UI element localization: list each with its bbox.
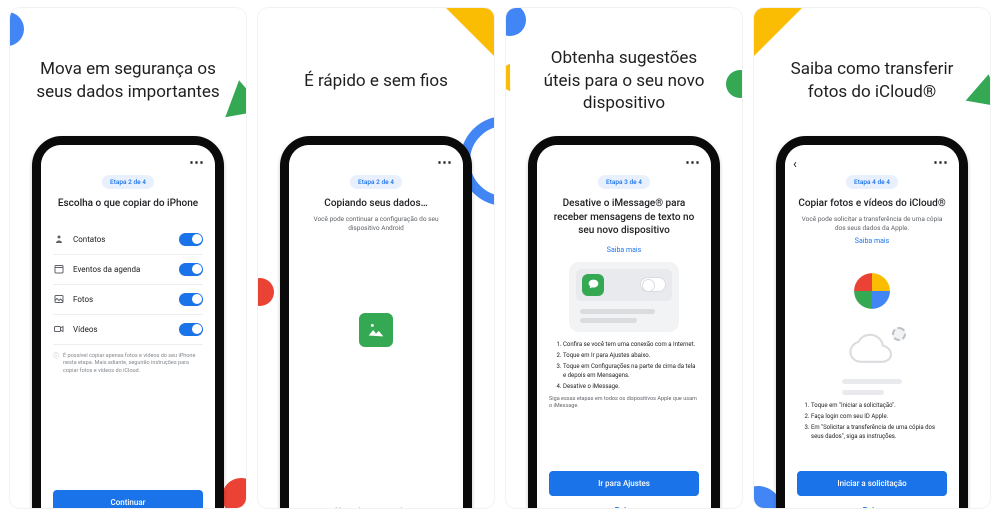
screen-title: Copiando seus dados…	[289, 189, 463, 215]
screen-subtitle: Você pode continuar a configuração do se…	[289, 215, 463, 233]
imessage-toggle-off	[640, 277, 666, 292]
screen-title: Escolha o que copiar do iPhone	[41, 189, 215, 215]
icloud-graphic	[842, 333, 902, 395]
skip-link[interactable]: Pular	[537, 496, 711, 508]
instruction-step: Faça login com seu ID Apple.	[811, 412, 947, 421]
instruction-note: Siga essas etapas em todos os dispositiv…	[549, 396, 699, 411]
imessage-graphic	[569, 262, 679, 332]
toggle-label: Fotos	[73, 295, 93, 304]
messages-app-icon	[582, 274, 604, 296]
deco-yellow-corner	[446, 8, 494, 56]
instruction-step: Desative o iMessage.	[563, 382, 699, 391]
toggle-label: Vídeos	[73, 325, 98, 334]
skip-link[interactable]: Pular	[785, 496, 959, 508]
phone-frame: ‹ ⋯ Etapa 4 de 4 Copiar fotos e vídeos d…	[776, 136, 968, 508]
toggle-switch[interactable]	[179, 233, 203, 246]
back-icon[interactable]: ‹	[793, 157, 797, 172]
more-icon[interactable]: ⋯	[189, 153, 205, 171]
step-badge: Etapa 4 de 4	[846, 175, 898, 189]
cloud-check-icon	[892, 327, 906, 341]
toggle-label: Eventos da agenda	[73, 265, 140, 274]
copy-progress-area	[289, 233, 463, 497]
deco-red-circle	[222, 478, 246, 508]
screen-title: Copiar fotos e vídeos do iCloud®	[785, 189, 959, 215]
copying-photo-icon	[359, 313, 393, 347]
deco-red-circle	[258, 278, 274, 306]
toggle-label: Contatos	[73, 235, 105, 244]
appstore-screenshot-1: Mova em segurança os seus dados importan…	[10, 8, 246, 508]
phone-screen: ⋯ Etapa 3 de 4 Desative o iMessage® para…	[537, 145, 711, 508]
instruction-step: Toque em "Iniciar a solicitação".	[811, 401, 947, 410]
start-request-button[interactable]: Iniciar a solicitação	[797, 471, 947, 496]
contacts-icon	[53, 233, 65, 245]
toggle-list: Contatos Eventos da agenda	[41, 215, 215, 481]
videos-icon	[53, 323, 65, 335]
learn-more-link[interactable]: Saiba mais	[785, 237, 959, 245]
deco-yellow-corner	[754, 8, 802, 56]
continue-button[interactable]: Continuar	[53, 490, 203, 508]
step-badge: Etapa 2 de 4	[350, 175, 402, 189]
more-icon[interactable]: ⋯	[685, 153, 701, 171]
toggle-row-contatos[interactable]: Contatos	[53, 225, 203, 255]
toggle-row-fotos[interactable]: Fotos	[53, 285, 203, 315]
instruction-step: Em "Solicitar a transferência de uma cóp…	[811, 423, 947, 441]
toggle-switch[interactable]	[179, 293, 203, 306]
instruction-step: Confira se você tem uma conexão com a In…	[563, 340, 699, 349]
google-photos-icon	[844, 263, 900, 319]
deco-green-triangle	[219, 77, 246, 117]
panel-title: Obtenha sugestões úteis para o seu novo …	[506, 8, 742, 128]
instructions-list: Toque em "Iniciar a solicitação". Faça l…	[785, 395, 959, 461]
phone-screen: ⋯ Etapa 2 de 4 Copiando seus dados… Você…	[289, 145, 463, 508]
bottom-bar: Mantenha este app aberto	[289, 497, 463, 508]
toggle-row-eventos[interactable]: Eventos da agenda	[53, 255, 203, 285]
bottom-bar: Ir para Ajustes	[537, 461, 711, 496]
appstore-screenshot-2: É rápido e sem fios ⋯ Etapa 2 de 4 Copia…	[258, 8, 494, 508]
learn-more-link[interactable]: Saiba mais	[537, 246, 711, 254]
instruction-step: Toque em Configurações na parte de cima …	[563, 362, 699, 380]
toggle-switch[interactable]	[179, 323, 203, 336]
step-badge: Etapa 3 de 4	[598, 175, 650, 189]
toggle-row-videos[interactable]: Vídeos	[53, 315, 203, 345]
photos-icon	[53, 293, 65, 305]
phone-screen: ‹ ⋯ Etapa 4 de 4 Copiar fotos e vídeos d…	[785, 145, 959, 508]
more-icon[interactable]: ⋯	[933, 153, 949, 171]
screen-title: Desative o iMessage® para receber mensag…	[537, 189, 711, 242]
screen-topbar: ‹ ⋯	[785, 145, 959, 173]
screen-topbar: ⋯	[41, 145, 215, 173]
instructions-list: Confira se você tem uma conexão com a In…	[537, 336, 711, 462]
phone-screen: ⋯ Etapa 2 de 4 Escolha o que copiar do i…	[41, 145, 215, 508]
bottom-bar: Iniciar a solicitação	[785, 461, 959, 496]
bottom-bar: Continuar	[41, 480, 215, 508]
phone-frame: ⋯ Etapa 2 de 4 Escolha o que copiar do i…	[32, 136, 224, 508]
panel-title: Mova em segurança os seus dados importan…	[10, 8, 246, 128]
phone-frame: ⋯ Etapa 2 de 4 Copiando seus dados… Você…	[280, 136, 472, 508]
appstore-screenshot-3: Obtenha sugestões úteis para o seu novo …	[506, 8, 742, 508]
more-icon[interactable]: ⋯	[437, 153, 453, 171]
go-to-settings-button[interactable]: Ir para Ajustes	[549, 471, 699, 496]
calendar-icon	[53, 263, 65, 275]
toggle-switch[interactable]	[179, 263, 203, 276]
info-hint: É possível copiar apenas fotos e vídeos …	[53, 345, 203, 376]
keep-open-caption: Mantenha este app aberto	[301, 507, 451, 508]
instruction-step: Toque em Ir para Ajustes abaixo.	[563, 351, 699, 360]
screen-topbar: ⋯	[537, 145, 711, 173]
phone-frame: ⋯ Etapa 3 de 4 Desative o iMessage® para…	[528, 136, 720, 508]
screen-subtitle: Você pode solicitar a transferência de u…	[785, 215, 959, 233]
appstore-screenshot-4: Saiba como transferir fotos do iCloud® ‹…	[754, 8, 990, 508]
screen-topbar: ⋯	[289, 145, 463, 173]
step-badge: Etapa 2 de 4	[102, 175, 154, 189]
